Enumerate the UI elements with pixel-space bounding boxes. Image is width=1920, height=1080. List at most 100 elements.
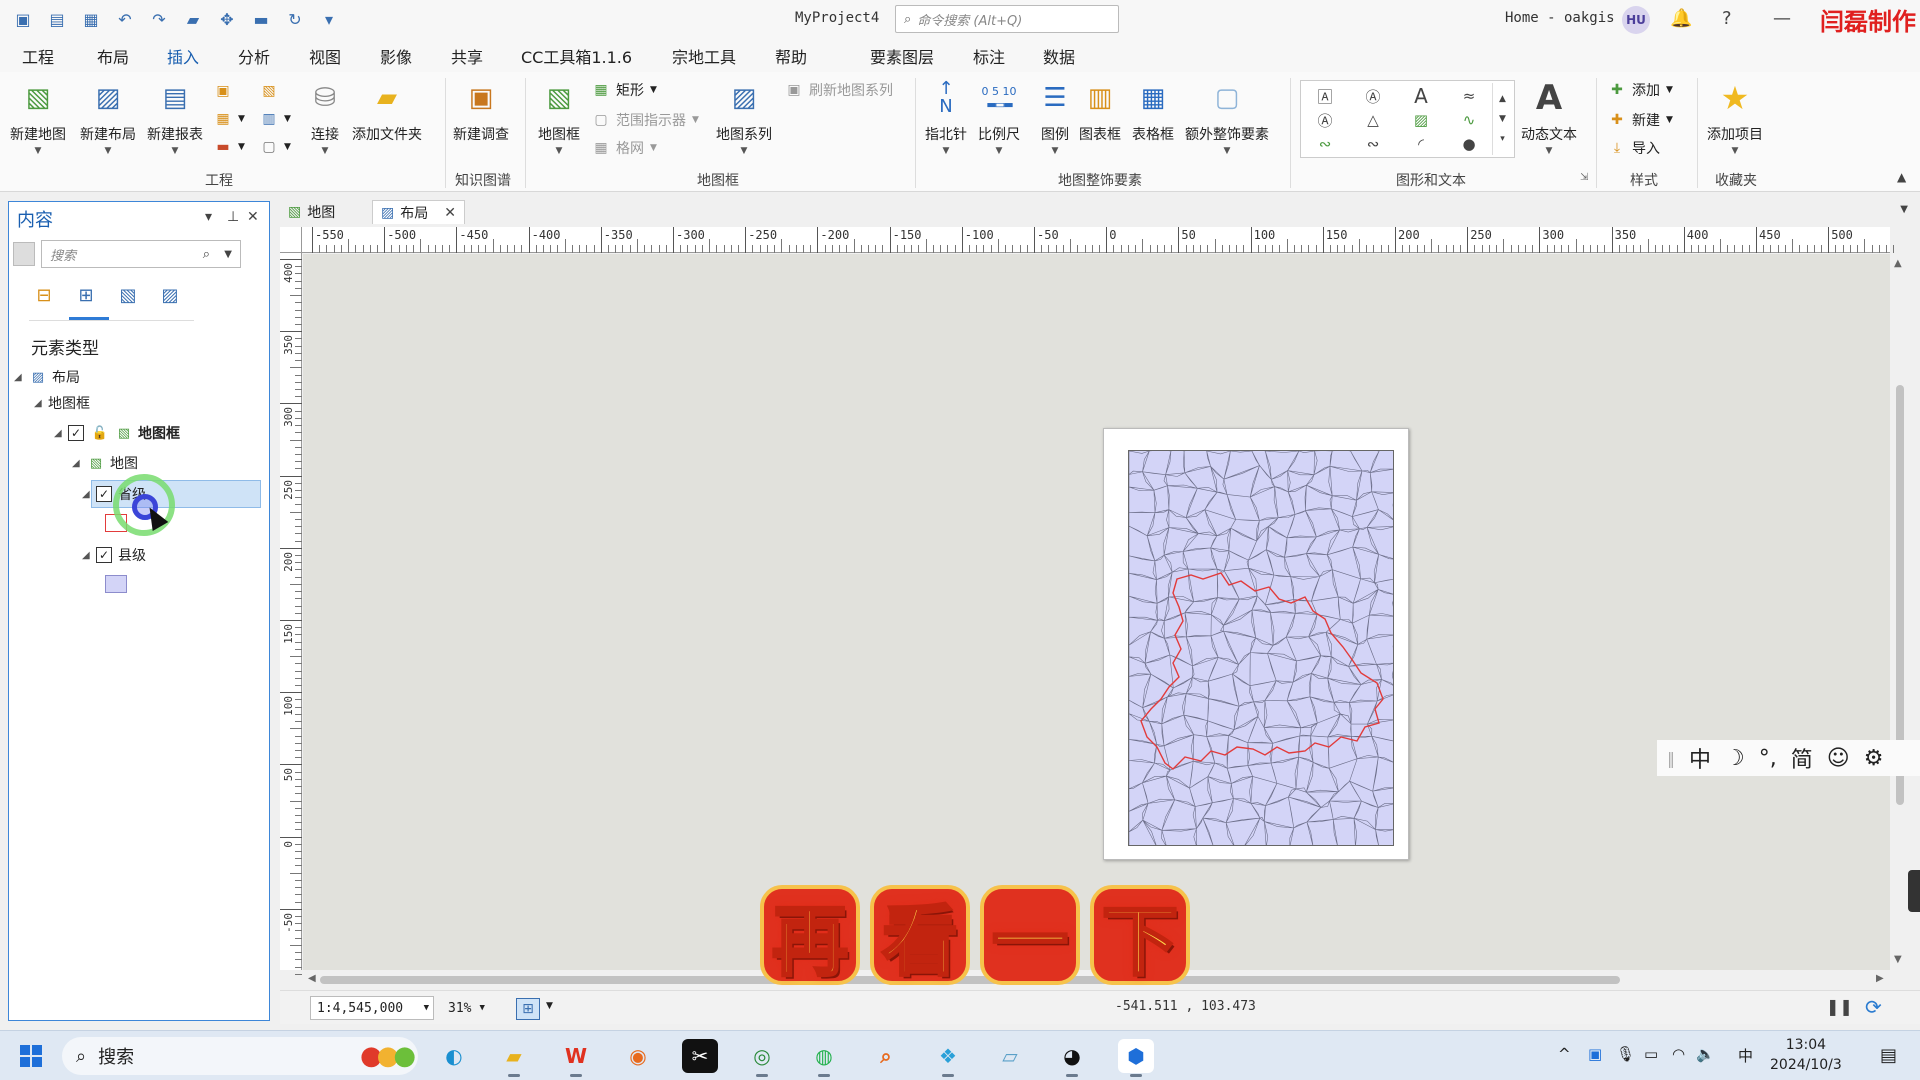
refresh-map-series-button[interactable]: ▣ 刷新地图系列 — [785, 80, 893, 100]
minimize-icon[interactable]: — — [1773, 8, 1791, 29]
chevron-down-icon[interactable]: ▼ — [1900, 204, 1908, 215]
wifi-icon[interactable]: ◠ — [1672, 1045, 1685, 1063]
point-icon[interactable]: ● — [1457, 133, 1481, 155]
scroll-right-icon[interactable]: ▶ — [1876, 973, 1884, 984]
snapping-icon[interactable]: ⊞ — [516, 998, 540, 1020]
expand-triangle-icon[interactable]: ◢ — [54, 428, 68, 439]
county-symbol-swatch[interactable] — [105, 575, 127, 593]
chrome-icon[interactable]: ◎ — [744, 1039, 780, 1077]
tab-data[interactable]: 数据 — [1043, 44, 1075, 68]
layout-canvas[interactable] — [303, 254, 1890, 970]
map-frame-element[interactable] — [1128, 450, 1394, 846]
graphics-gallery[interactable]: 🄰 Ⓐ A ≈ Ⓐ △ ▨ ∿ ∾ ∾ ◜ ● ▲ ▼ ▾ — [1300, 80, 1515, 158]
picture-icon[interactable]: ▨ — [1409, 109, 1433, 131]
list-by-selection-icon[interactable]: ▨ — [155, 280, 185, 310]
zoom-selector[interactable]: 31% ▼ — [442, 996, 496, 1020]
list-by-drawing-order-icon[interactable]: ⊟ — [29, 280, 59, 310]
style-add-button[interactable]: ✚ 添加 ▼ — [1608, 80, 1673, 100]
pan-icon[interactable]: ✥ — [212, 6, 242, 32]
visibility-checkbox[interactable]: ✓ — [68, 425, 84, 441]
meeting-icon[interactable]: ▣ — [1588, 1045, 1602, 1063]
notes-app-icon[interactable]: ▱ — [992, 1039, 1028, 1073]
portal-user[interactable]: Home - oakgis — [1505, 10, 1615, 26]
new-map-button[interactable]: ▧ 新建地图 ▼ — [10, 78, 66, 156]
extent-indicator-button[interactable]: ▢ 范围指示器 ▼ — [592, 110, 699, 130]
add-item-button[interactable]: ★ 添加项目 ▼ — [1707, 78, 1763, 156]
new-survey-button[interactable]: ▣ 新建调查 — [453, 78, 509, 144]
view-tab-layout[interactable]: ▨ 布局 ✕ — [372, 200, 465, 224]
chart-frame-button[interactable]: ▥ 图表框 — [1079, 78, 1121, 144]
microphone-icon[interactable]: 🎙 — [1616, 1045, 1635, 1063]
tab-parcel-tools[interactable]: 宗地工具 — [672, 44, 736, 68]
tab-imagery[interactable]: 影像 — [380, 44, 412, 68]
add-data-icon[interactable]: ▰ — [178, 6, 208, 32]
line-icon[interactable]: ∿ — [1457, 109, 1481, 131]
grid-button[interactable]: ▦ 格网 ▼ — [592, 138, 657, 158]
style-new-button[interactable]: ✚ 新建 ▼ — [1608, 110, 1673, 130]
tree-item-mapframe[interactable]: ◢ ✓ 🔓 ▧ 地图框 — [54, 420, 180, 446]
close-icon[interactable]: ✕ — [247, 209, 259, 225]
expand-triangle-icon[interactable]: ◢ — [82, 550, 96, 561]
command-search-input[interactable]: ⌕ 命令搜索 (Alt+Q) — [895, 5, 1119, 33]
tab-insert[interactable]: 插入 — [167, 44, 200, 76]
tree-item-map[interactable]: ◢ ▧ 地图 — [72, 450, 138, 476]
expand-triangle-icon[interactable]: ◢ — [34, 398, 48, 409]
edge-handle[interactable] — [1908, 870, 1920, 912]
extra-surround-button[interactable]: ▢ 额外整饰要素 ▼ — [1185, 78, 1269, 156]
list-by-map-frame-icon[interactable]: ▧ — [113, 280, 143, 310]
map-series-button[interactable]: ▨ 地图系列 ▼ — [716, 78, 772, 156]
pane-options-icon[interactable]: ▾ — [205, 209, 212, 225]
tree-item-layer-county[interactable]: ◢ ✓ 县级 — [82, 542, 146, 568]
punctuation-mode[interactable]: °, — [1759, 746, 1777, 771]
chevron-down-icon[interactable]: ▼ — [1499, 114, 1506, 124]
tab-feature-layer[interactable]: 要素图层 — [870, 44, 934, 68]
straight-text-icon[interactable]: A — [1409, 84, 1433, 108]
windows-start-icon[interactable] — [20, 1045, 42, 1067]
gear-icon[interactable]: ⚙ — [1864, 746, 1884, 771]
pause-drawing-icon[interactable]: ❚❚ — [1826, 997, 1853, 1016]
task-small-button[interactable]: ▬ ▼ — [214, 138, 245, 156]
rectangle-button[interactable]: ▦ 矩形 ▼ — [592, 80, 657, 100]
tab-share[interactable]: 共享 — [451, 44, 483, 68]
emoji-icon[interactable]: ☺ — [1827, 746, 1850, 771]
file-explorer-icon[interactable]: ▰ — [496, 1039, 532, 1077]
wechat-icon[interactable]: ◍ — [806, 1039, 842, 1077]
collapse-ribbon-icon[interactable]: ▲ — [1897, 170, 1906, 184]
close-tab-icon[interactable]: ✕ — [444, 205, 456, 221]
help-icon[interactable]: ? — [1722, 8, 1732, 29]
table-frame-button[interactable]: ▦ 表格框 — [1132, 78, 1174, 144]
save-project-icon[interactable]: ▦ — [76, 6, 106, 32]
new-layout-button[interactable]: ▨ 新建布局 ▼ — [80, 78, 136, 156]
style-import-button[interactable]: ⤓ 导入 — [1608, 138, 1660, 158]
edge-browser-icon[interactable]: ◐ — [436, 1039, 472, 1073]
chevron-up-icon[interactable]: ^ — [1558, 1045, 1571, 1063]
search-icon[interactable]: ⌕ — [203, 247, 210, 262]
tab-analysis[interactable]: 分析 — [238, 44, 270, 68]
tab-labeling[interactable]: 标注 — [973, 44, 1005, 68]
expand-triangle-icon[interactable]: ◢ — [14, 372, 28, 383]
tab-cc-toolbox[interactable]: CC工具箱1.1.6 — [521, 44, 632, 68]
volume-icon[interactable]: 🔈 — [1696, 1045, 1715, 1063]
text-box-icon[interactable]: 🄰 — [1313, 85, 1337, 107]
arcgis-pro-icon[interactable]: ⬢ — [1118, 1039, 1154, 1077]
legend-button[interactable]: ☰ 图例 ▼ — [1035, 78, 1075, 156]
notebook-small-button[interactable]: ▧ — [260, 82, 278, 100]
style-small-button[interactable]: ▦ ▼ — [214, 110, 245, 128]
dialog-launcher-icon[interactable]: ⇲ — [1580, 172, 1588, 183]
battery-icon[interactable]: ▭ — [1644, 1045, 1658, 1063]
bell-icon[interactable]: 🔔 — [1670, 8, 1692, 29]
redo-icon[interactable]: ↷ — [144, 6, 174, 32]
scale-bar-button[interactable]: 0 5 10 ▬▭▬ 比例尺 ▼ — [978, 78, 1020, 156]
north-arrow-button[interactable]: ↑ N 指北针 ▼ — [925, 78, 967, 157]
curve-icon[interactable]: ∾ — [1313, 133, 1337, 155]
qq-icon[interactable]: ◕ — [1054, 1039, 1090, 1077]
list-by-element-type-icon[interactable]: ⊞ — [71, 280, 101, 310]
chevron-down-icon[interactable]: ▼ — [224, 249, 232, 260]
connect-button[interactable]: ⛁ 连接 ▼ — [305, 78, 345, 156]
taskbar-search[interactable]: ⌕ 搜索 ●●● — [62, 1037, 418, 1075]
curved-text-icon[interactable]: ≈ — [1457, 85, 1481, 107]
scroll-down-icon[interactable]: ▼ — [1894, 954, 1902, 965]
map-frame-button[interactable]: ▧ 地图框 ▼ — [538, 78, 580, 156]
notification-icon[interactable]: ▤ — [1880, 1045, 1897, 1066]
lock-icon[interactable]: 🔓 — [90, 424, 110, 442]
